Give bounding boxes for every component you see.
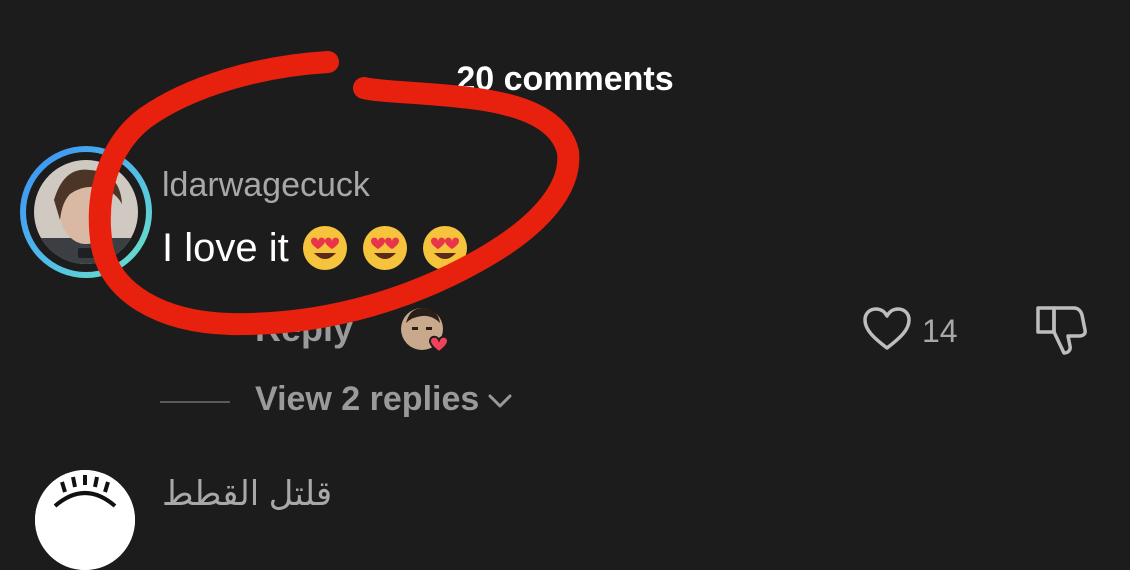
view-replies-button[interactable]: View 2 replies	[255, 380, 513, 419]
next-comment-avatar[interactable]	[35, 470, 135, 570]
like-count: 14	[922, 313, 958, 349]
comment-text: I love it	[162, 225, 289, 270]
next-comment-username[interactable]: قلتل القطط	[162, 474, 332, 514]
heart-outline-icon	[862, 306, 912, 357]
replies-divider	[160, 401, 230, 403]
heart-eyes-emoji	[421, 224, 469, 272]
comments-count-title: 20 comments	[456, 60, 674, 98]
creator-liked-badge	[400, 305, 456, 355]
heart-eyes-emoji	[301, 224, 349, 272]
chevron-down-icon	[487, 380, 513, 419]
creator-liked-heart-icon	[428, 335, 450, 354]
comment-body: I love it	[162, 224, 469, 272]
dislike-button[interactable]	[1032, 300, 1088, 356]
thumbs-down-icon	[1032, 306, 1088, 360]
avatar[interactable]	[20, 146, 152, 278]
comment-username[interactable]: ldarwagecuck	[162, 166, 370, 205]
heart-eyes-emoji	[361, 224, 409, 272]
view-replies-label: View 2 replies	[255, 380, 480, 418]
avatar-photo	[34, 160, 138, 264]
like-button[interactable]: 14	[862, 306, 958, 357]
reply-button[interactable]: Reply	[255, 308, 353, 350]
